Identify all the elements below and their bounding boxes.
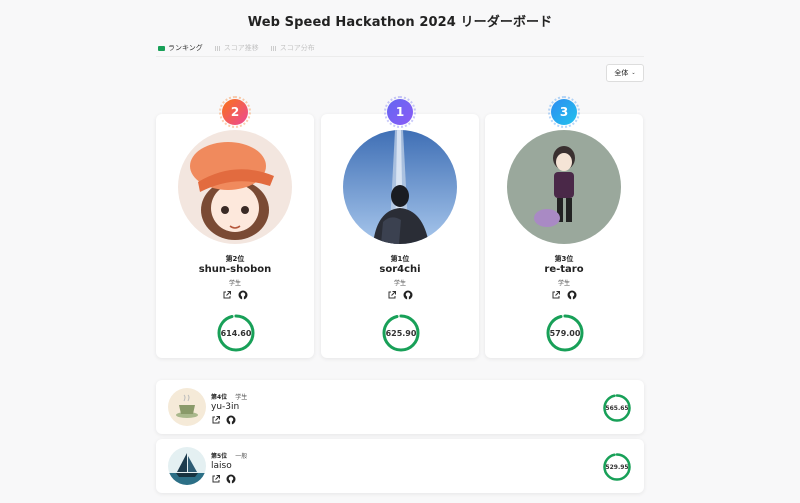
medal-number: 3: [559, 105, 569, 119]
github-icon[interactable]: [226, 474, 236, 484]
external-link-icon[interactable]: [211, 415, 221, 425]
score-gauge: 529.95: [602, 452, 632, 482]
gold-medal-icon: 1: [384, 96, 416, 128]
github-icon[interactable]: [403, 290, 413, 300]
ranking-row: 第5位 一般 laiso 529.95: [156, 439, 644, 493]
tab-label: ランキング: [168, 44, 203, 52]
tab-label: スコア分布: [279, 44, 315, 52]
chevron-down-icon: ⌄: [631, 70, 636, 76]
rank-label: 第1位: [390, 255, 410, 263]
rank-label: 第3位: [554, 255, 574, 263]
score-gauge: 579.00: [545, 313, 585, 353]
github-icon[interactable]: [567, 290, 577, 300]
tab-label: スコア推移: [223, 44, 259, 52]
filter-label: 全体: [614, 69, 629, 77]
score-gauge: 625.90: [381, 313, 421, 353]
bar-chart-icon: [214, 45, 221, 51]
medal-number: 1: [395, 105, 405, 119]
contestant-name: re-taro: [544, 264, 584, 275]
page-title: Web Speed Hackathon 2024 リーダーボード: [247, 15, 553, 30]
avatar: [507, 130, 621, 244]
github-icon[interactable]: [238, 290, 248, 300]
rank-label: 第4位: [211, 394, 228, 401]
rank-label: 第5位: [211, 453, 228, 460]
row-meta: 第4位 学生: [211, 392, 247, 401]
avatar: [168, 447, 206, 485]
github-icon[interactable]: [226, 415, 236, 425]
row-meta: 第5位 一般: [211, 451, 247, 460]
tab-bar: ランキング スコア推移 スコア分布: [158, 43, 315, 53]
tab-score-trend[interactable]: スコア推移: [214, 43, 259, 53]
contestant-role: 一般: [235, 453, 248, 460]
tab-score-distribution[interactable]: スコア分布: [270, 43, 315, 53]
score-gauge: 614.60: [216, 313, 256, 353]
score-value: 625.90: [385, 328, 417, 338]
profile-links: [156, 290, 314, 300]
category-filter-select[interactable]: 全体 ⌄: [606, 64, 644, 82]
tab-divider: [156, 56, 644, 57]
trophy-icon: [158, 45, 165, 51]
medal-number: 2: [230, 105, 240, 119]
score-value: 565.65: [605, 404, 629, 412]
contestant-role: 学生: [228, 280, 241, 287]
avatar: [168, 388, 206, 426]
contestant-name: sor4chi: [379, 264, 421, 275]
avatar: [178, 130, 292, 244]
score-value: 579.00: [549, 328, 581, 338]
tab-ranking[interactable]: ランキング: [158, 43, 203, 53]
podium-card-3rd: 第3位 re-taro 学生 579.00: [485, 114, 643, 358]
bar-chart-icon: [270, 45, 277, 51]
external-link-icon[interactable]: [551, 290, 561, 300]
podium-card-2nd: 第2位 shun-shobon 学生 614.60: [156, 114, 314, 358]
ranking-row: 第4位 学生 yu-3in 565.65: [156, 380, 644, 434]
score-gauge: 565.65: [602, 393, 632, 423]
profile-links: [211, 415, 236, 425]
profile-links: [485, 290, 643, 300]
external-link-icon[interactable]: [387, 290, 397, 300]
contestant-role: 学生: [557, 280, 570, 287]
contestant-name: yu-3in: [211, 402, 240, 412]
contestant-name: shun-shobon: [198, 264, 272, 275]
external-link-icon[interactable]: [211, 474, 221, 484]
podium-card-1st: 第1位 sor4chi 学生 625.90: [321, 114, 479, 358]
score-value: 529.95: [605, 463, 629, 471]
avatar: [343, 130, 457, 244]
silver-medal-icon: 2: [219, 96, 251, 128]
rank-label: 第2位: [225, 255, 245, 263]
contestant-name: laiso: [211, 461, 232, 471]
profile-links: [321, 290, 479, 300]
profile-links: [211, 474, 236, 484]
bronze-medal-icon: 3: [548, 96, 580, 128]
score-value: 614.60: [220, 328, 252, 338]
contestant-role: 学生: [235, 394, 248, 401]
external-link-icon[interactable]: [222, 290, 232, 300]
contestant-role: 学生: [393, 280, 406, 287]
